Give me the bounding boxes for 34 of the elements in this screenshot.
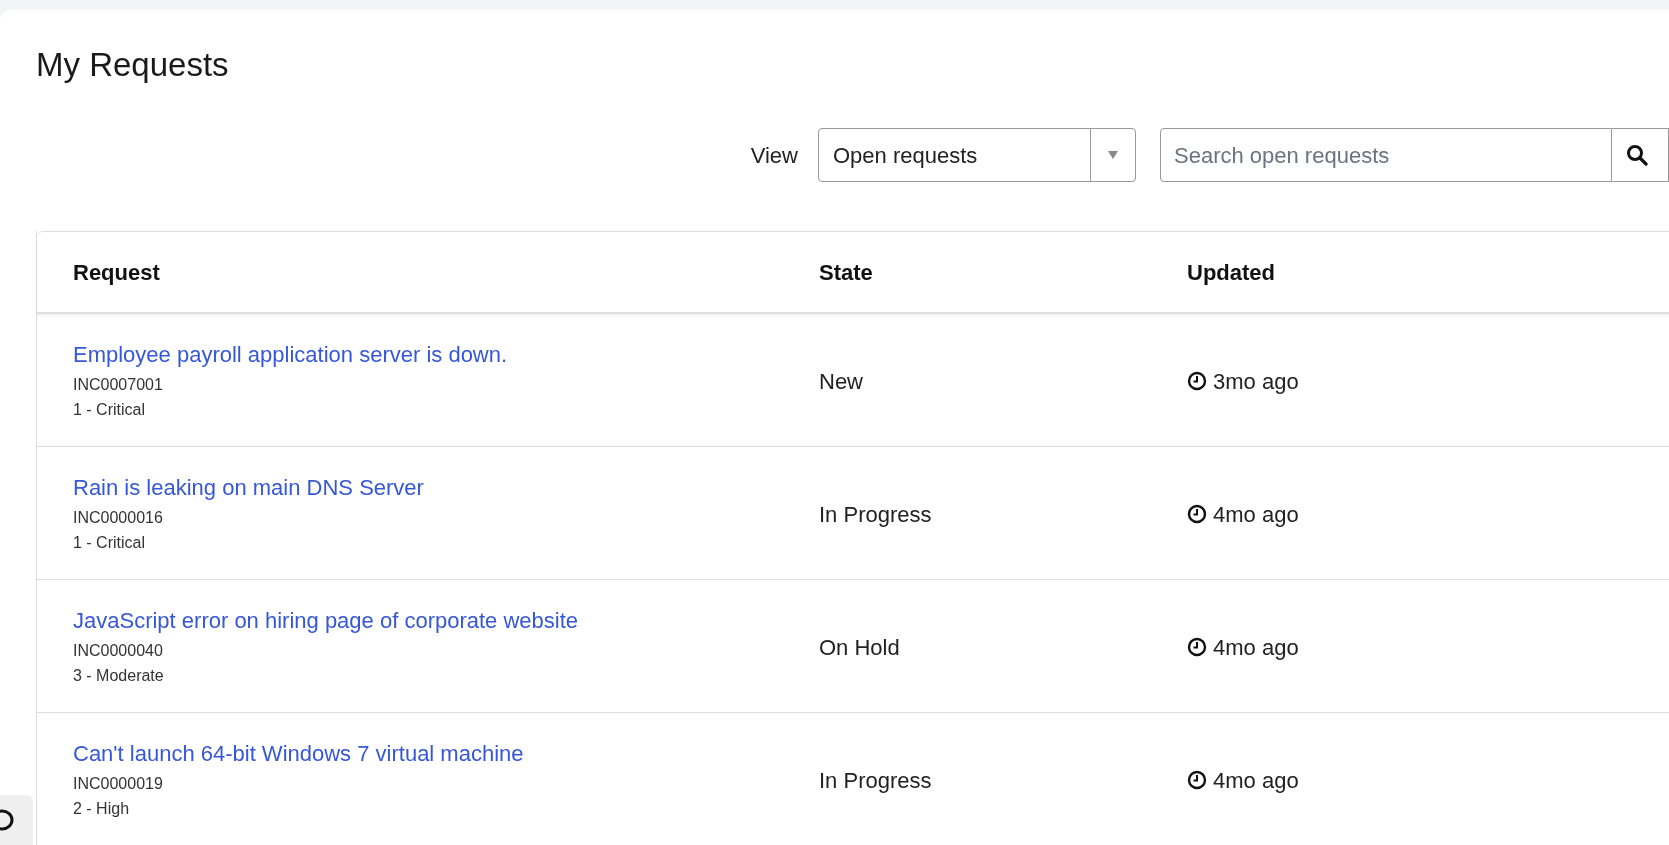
search-icon <box>1626 144 1648 166</box>
search-field[interactable]: Search open requests <box>1160 128 1612 182</box>
updated-time: 4mo ago <box>1213 633 1299 662</box>
search-button[interactable] <box>1612 128 1669 182</box>
page-title: My Requests <box>36 45 229 85</box>
request-priority: 3 - Moderate <box>73 665 164 686</box>
clock-icon <box>1187 637 1207 657</box>
updated-time: 4mo ago <box>1213 500 1299 529</box>
dropdown-caret-icon <box>1108 151 1118 159</box>
state-text: New <box>819 368 863 394</box>
request-priority: 2 - High <box>73 798 130 819</box>
request-link[interactable]: Employee payroll application server is down. <box>73 339 508 370</box>
request-number: INC0007001 <box>73 374 163 395</box>
state-text: In Progress <box>819 501 932 527</box>
request-link[interactable]: Can't launch 64-bit Windows 7 virtual machine <box>73 738 524 769</box>
updated-time: 4mo ago <box>1213 766 1299 795</box>
request-number: INC0000040 <box>73 640 163 661</box>
request-link[interactable]: Rain is leaking on main DNS Server <box>73 472 424 503</box>
request-priority: 1 - Critical <box>73 532 145 553</box>
updated-time: 3mo ago <box>1213 367 1299 396</box>
column-header: State <box>819 259 873 285</box>
clock-icon <box>1187 770 1207 790</box>
state-text: On Hold <box>819 634 900 660</box>
request-number: INC0000016 <box>73 507 163 528</box>
clock-icon <box>1187 504 1207 524</box>
request-priority: 1 - Critical <box>73 399 145 420</box>
view-label: View <box>750 141 798 170</box>
request-number: INC0000019 <box>73 773 163 794</box>
column-header: Updated <box>1187 259 1275 285</box>
column-header: Request <box>73 259 160 285</box>
view-dropdown[interactable]: Open requests <box>818 128 1136 182</box>
state-text: In Progress <box>819 767 932 793</box>
request-link[interactable]: JavaScript error on hiring page of corporate website <box>73 605 579 636</box>
clock-icon <box>1187 371 1207 391</box>
